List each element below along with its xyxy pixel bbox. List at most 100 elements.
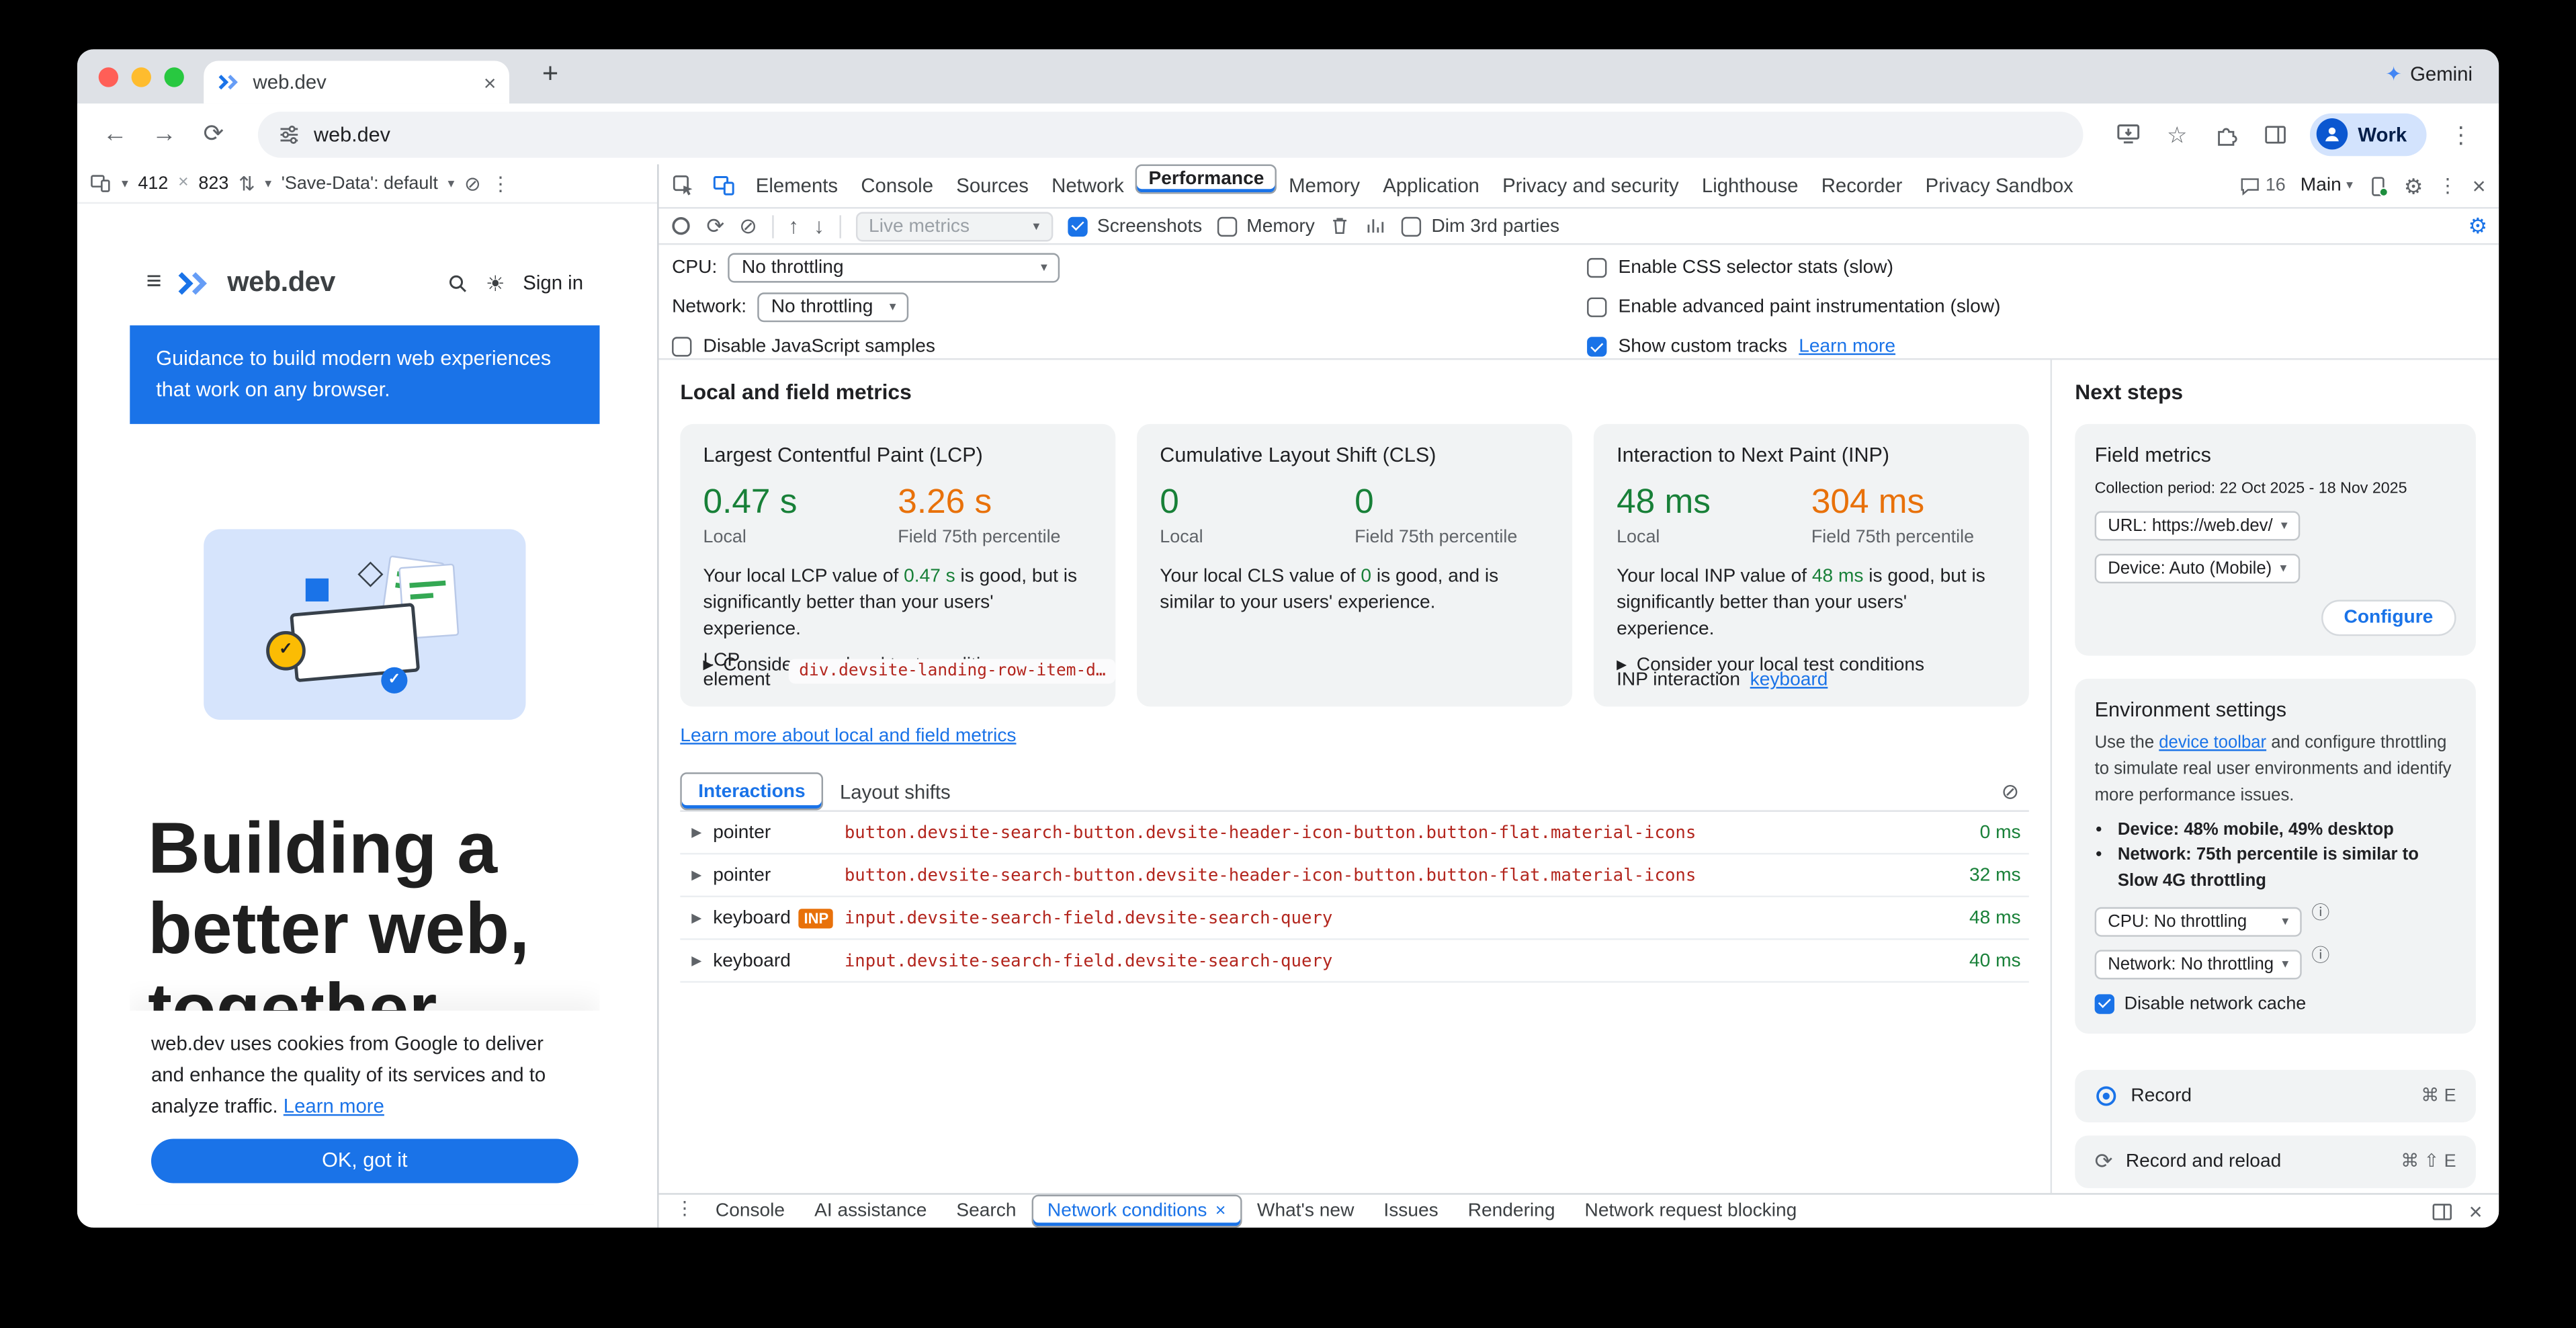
side-panel-icon[interactable]: [2254, 122, 2297, 145]
menu-hamburger-icon[interactable]: ≡: [146, 269, 162, 296]
tab-interactions[interactable]: Interactions: [680, 772, 823, 810]
css-selector-stats-checkbox[interactable]: Enable CSS selector stats (slow): [1587, 253, 2000, 283]
tab-elements[interactable]: Elements: [744, 165, 850, 208]
extensions-puzzle-icon[interactable]: [2205, 122, 2248, 145]
clear-log-icon[interactable]: ⊘: [2001, 780, 2028, 802]
save-data-caret-icon[interactable]: ▾: [447, 177, 454, 190]
site-brand[interactable]: web.dev: [227, 266, 335, 299]
zoom-window-button[interactable]: [165, 67, 184, 87]
custom-tracks-learn-more-link[interactable]: Learn more: [1799, 337, 1895, 356]
drawer-tab-close-icon[interactable]: ×: [1215, 1202, 1226, 1220]
viewport-height-field[interactable]: 823: [198, 173, 228, 193]
tab-privacy-and-security[interactable]: Privacy and security: [1491, 165, 1690, 208]
drawer-kebab-icon[interactable]: ⋮: [669, 1202, 701, 1220]
cookie-learn-more-link[interactable]: Learn more: [284, 1095, 384, 1118]
site-logo[interactable]: [176, 270, 212, 295]
show-custom-tracks-checkbox[interactable]: Show custom tracks Learn more: [1587, 332, 2000, 362]
theme-toggle-icon[interactable]: ☀: [486, 272, 505, 294]
paint-instrumentation-checkbox[interactable]: Enable advanced paint instrumentation (s…: [1587, 292, 2000, 322]
dock-side-icon[interactable]: [2431, 1200, 2452, 1222]
interaction-row[interactable]: ▶ keyboard input.devsite-search-field.de…: [680, 940, 2029, 983]
drawer-tab-rendering[interactable]: Rendering: [1453, 1195, 1570, 1228]
interaction-row[interactable]: ▶ pointer button.devsite-search-button.d…: [680, 812, 2029, 855]
tab-close-icon[interactable]: ×: [484, 71, 497, 93]
devtools-kebab-icon[interactable]: ⋮: [2438, 176, 2457, 196]
device-select-caret-icon[interactable]: ▾: [122, 177, 128, 190]
memory-checkbox[interactable]: Memory: [1217, 216, 1315, 236]
drawer-tab-ai-assistance[interactable]: AI assistance: [800, 1195, 941, 1228]
close-window-button[interactable]: [99, 67, 118, 87]
metrics-learn-more-link[interactable]: Learn more about local and field metrics: [680, 727, 1016, 746]
tab-lighthouse[interactable]: Lighthouse: [1690, 165, 1810, 208]
device-type-icon[interactable]: [90, 173, 112, 194]
device-status-icon[interactable]: [2368, 175, 2389, 196]
save-data-select[interactable]: 'Save-Data': default: [282, 173, 438, 193]
dim-third-parties-checkbox[interactable]: Dim 3rd parties: [1402, 216, 1559, 236]
env-cpu-select[interactable]: CPU: No throttling ▾: [2095, 907, 2302, 937]
site-search-icon[interactable]: [446, 272, 468, 294]
collect-garbage-icon[interactable]: [1330, 215, 1351, 237]
drawer-tab-whats-new[interactable]: What's new: [1242, 1195, 1369, 1228]
tab-performance[interactable]: Performance: [1135, 165, 1277, 194]
install-icon[interactable]: [2106, 122, 2149, 147]
interaction-row[interactable]: ▶ keyboardINP input.devsite-search-field…: [680, 897, 2029, 940]
field-device-select[interactable]: Device: Auto (Mobile) ▾: [2095, 554, 2300, 583]
throttling-off-icon[interactable]: ⊘: [464, 173, 481, 193]
address-bar[interactable]: web.dev: [258, 111, 2084, 157]
disable-js-samples-checkbox[interactable]: Disable JavaScript samples: [672, 332, 1060, 362]
site-settings-icon[interactable]: [277, 122, 300, 145]
tab-privacy-sandbox[interactable]: Privacy Sandbox: [1914, 165, 2085, 208]
interaction-node-link[interactable]: button.devsite-search-button.devsite-hea…: [845, 823, 1944, 842]
load-profile-icon[interactable]: ↑: [788, 215, 799, 237]
record-and-reload-icon[interactable]: ⟳: [706, 215, 724, 237]
capture-settings-gear-icon[interactable]: ⚙: [2468, 215, 2488, 237]
back-button[interactable]: ←: [93, 122, 136, 147]
gemini-button[interactable]: ✦ Gemini: [2385, 63, 2473, 85]
forward-button[interactable]: →: [143, 122, 186, 147]
row-expander-icon[interactable]: ▶: [680, 911, 713, 925]
tab-network[interactable]: Network: [1040, 165, 1135, 208]
viewport-width-field[interactable]: 412: [138, 173, 168, 193]
tab-layout-shifts[interactable]: Layout shifts: [824, 772, 968, 810]
row-expander-icon[interactable]: ▶: [680, 826, 713, 839]
inp-interaction-link[interactable]: keyboard: [1750, 671, 1828, 690]
tab-console[interactable]: Console: [849, 165, 945, 208]
save-profile-icon[interactable]: ↓: [814, 215, 824, 237]
drawer-tab-search[interactable]: Search: [941, 1195, 1031, 1228]
env-network-select[interactable]: Network: No throttling ▾: [2095, 950, 2302, 979]
new-tab-button[interactable]: +: [542, 59, 558, 87]
drawer-tab-issues[interactable]: Issues: [1369, 1195, 1453, 1228]
disable-network-cache-checkbox[interactable]: Disable network cache: [2095, 994, 2456, 1013]
field-url-select[interactable]: URL: https://web.dev/ ▾: [2095, 511, 2301, 540]
tab-memory[interactable]: Memory: [1277, 165, 1371, 208]
row-expander-icon[interactable]: ▶: [680, 954, 713, 967]
cpu-info-icon[interactable]: ⓘ: [2311, 906, 2329, 924]
tab-recorder[interactable]: Recorder: [1810, 165, 1914, 208]
sign-in-link[interactable]: Sign in: [523, 271, 583, 294]
record-and-reload-button[interactable]: ⟳ Record and reload ⌘ ⇧ E: [2075, 1135, 2476, 1188]
drawer-tab-network-request-blocking[interactable]: Network request blocking: [1570, 1195, 1812, 1228]
record-button[interactable]: Record ⌘ E: [2075, 1070, 2476, 1122]
clear-icon[interactable]: ⊘: [739, 215, 757, 237]
interaction-node-link[interactable]: input.devsite-search-field.devsite-searc…: [845, 908, 1944, 927]
drawer-close-icon[interactable]: ×: [2469, 1200, 2483, 1222]
drawer-tab-network-conditions[interactable]: Network conditions ×: [1031, 1195, 1242, 1228]
cpu-throttling-select[interactable]: No throttling ▾: [728, 253, 1060, 283]
interaction-row[interactable]: ▶ pointer button.devsite-search-button.d…: [680, 855, 2029, 898]
device-toolbar-kebab-icon[interactable]: ⋮: [490, 173, 510, 193]
screenshots-checkbox[interactable]: Screenshots: [1068, 216, 1202, 236]
cookie-accept-button[interactable]: OK, got it: [151, 1138, 578, 1182]
inspect-element-icon[interactable]: [662, 165, 703, 208]
drawer-tab-console[interactable]: Console: [701, 1195, 800, 1228]
row-expander-icon[interactable]: ▶: [680, 868, 713, 882]
browser-menu-kebab-icon[interactable]: ⋮: [2440, 122, 2483, 145]
device-toolbar-link[interactable]: device toolbar: [2159, 733, 2266, 753]
devtools-settings-gear-icon[interactable]: ⚙: [2404, 175, 2423, 196]
minimize-window-button[interactable]: [132, 67, 151, 87]
network-throttling-select[interactable]: No throttling ▾: [758, 292, 909, 322]
reload-button[interactable]: ⟳: [192, 122, 235, 147]
zoom-select-caret-icon[interactable]: ▾: [265, 177, 271, 190]
rotate-swap-icon[interactable]: ⇅: [239, 173, 255, 193]
profile-chip[interactable]: Work: [2310, 112, 2426, 155]
interaction-node-link[interactable]: input.devsite-search-field.devsite-searc…: [845, 951, 1944, 970]
